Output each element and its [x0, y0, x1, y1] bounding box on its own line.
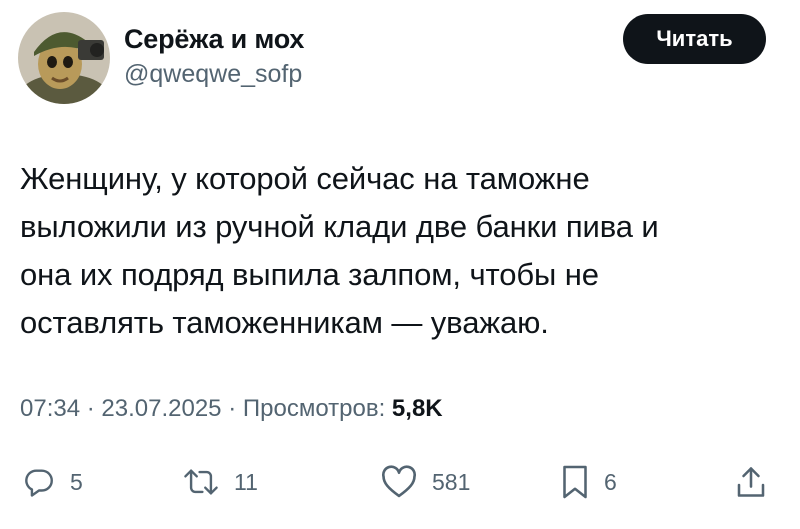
read-button[interactable]: Читать [623, 14, 766, 64]
tweet-text-line: она их подряд выпила залпом, чтобы не [20, 257, 599, 292]
tweet-time[interactable]: 07:34 [20, 395, 80, 422]
tweet-text-line: выложили из ручной клади две банки пива … [20, 209, 659, 244]
reply-count: 5 [70, 468, 83, 495]
like-button[interactable]: 581 [380, 458, 470, 506]
tweet-text: Женщину, у которой сейчас на таможне выл… [20, 155, 780, 347]
avatar[interactable] [18, 12, 110, 104]
reply-icon [22, 465, 56, 499]
repost-button[interactable]: 11 [182, 458, 258, 506]
author-display-name[interactable]: Серёжа и мох [124, 22, 304, 56]
views-label: Просмотров: [242, 395, 386, 422]
reply-button[interactable]: 5 [22, 458, 83, 506]
author-handle[interactable]: @qweqwe_sofp [124, 58, 304, 90]
tweet-text-line: Женщину, у которой сейчас на таможне [20, 161, 590, 196]
bookmark-button[interactable]: 6 [560, 458, 617, 506]
bookmark-icon [560, 464, 590, 500]
meta-separator: · [86, 395, 95, 422]
meta-separator: · [228, 395, 237, 422]
share-icon [734, 464, 768, 500]
action-bar: 5 11 581 6 [0, 458, 800, 506]
heart-icon [380, 465, 418, 499]
repost-icon [182, 465, 220, 499]
like-count: 581 [432, 468, 471, 495]
repost-count: 11 [234, 468, 258, 495]
tweet-meta: 07:34 · 23.07.2025 · Просмотров: 5,8K [20, 393, 443, 425]
bookmark-count: 6 [604, 468, 617, 495]
views-count: 5,8K [391, 395, 443, 422]
tweet-text-line: оставлять таможенникам — уважаю. [20, 305, 549, 340]
share-button[interactable] [734, 458, 768, 506]
user-block[interactable]: Серёжа и мох @qweqwe_sofp [124, 22, 304, 90]
tweet-date[interactable]: 23.07.2025 [101, 395, 221, 422]
avatar-image [18, 12, 110, 104]
